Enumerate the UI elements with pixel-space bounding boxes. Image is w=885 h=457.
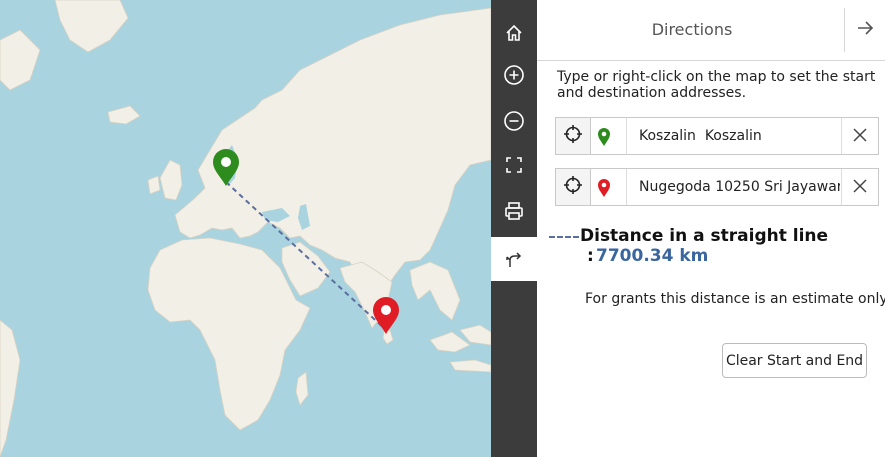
distance-label: Distance in a straight line <box>580 226 829 246</box>
map-toolbar <box>491 0 537 457</box>
zoom-out-button[interactable] <box>491 101 537 141</box>
end-address-row <box>555 168 879 206</box>
start-address-row <box>555 117 879 155</box>
instructions-text: Type or right-click on the map to set th… <box>557 69 876 101</box>
start-address-input[interactable] <box>626 118 840 154</box>
end-address-input[interactable] <box>626 169 840 205</box>
red-pin-icon <box>594 177 614 199</box>
directions-icon <box>503 248 525 270</box>
zoom-out-icon <box>503 110 525 132</box>
map-canvas[interactable] <box>0 0 491 457</box>
start-locate-button[interactable] <box>556 118 591 154</box>
full-extent-button[interactable] <box>491 145 537 185</box>
home-icon <box>504 23 524 43</box>
directions-panel: Directions Type or right-click on the ma… <box>537 0 885 457</box>
clear-start-end-button[interactable]: Clear Start and End <box>722 343 867 378</box>
zoom-in-icon <box>503 64 525 86</box>
start-clear-button[interactable] <box>841 118 878 154</box>
print-button[interactable] <box>491 191 537 231</box>
green-pin-icon <box>594 126 614 148</box>
distance-value: 7700.34 km <box>596 246 709 266</box>
crosshair-icon <box>563 124 583 148</box>
panel-title: Directions <box>651 20 733 39</box>
map-view[interactable] <box>0 0 491 457</box>
distance-legend-line <box>549 236 579 238</box>
close-icon <box>853 127 867 146</box>
zoom-in-button[interactable] <box>491 55 537 95</box>
estimate-note: For grants this distance is an estimate … <box>585 291 885 307</box>
end-locate-button[interactable] <box>556 169 591 205</box>
arrow-right-icon <box>856 19 874 41</box>
collapse-panel-button[interactable] <box>844 8 885 52</box>
close-icon <box>853 178 867 197</box>
directions-button[interactable] <box>491 237 537 281</box>
printer-icon <box>503 200 525 222</box>
panel-header: Directions <box>537 0 885 61</box>
distance-colon: : <box>587 246 594 266</box>
crosshair-icon <box>563 175 583 199</box>
home-button[interactable] <box>491 13 537 53</box>
end-clear-button[interactable] <box>841 169 878 205</box>
fullscreen-icon <box>504 155 524 175</box>
